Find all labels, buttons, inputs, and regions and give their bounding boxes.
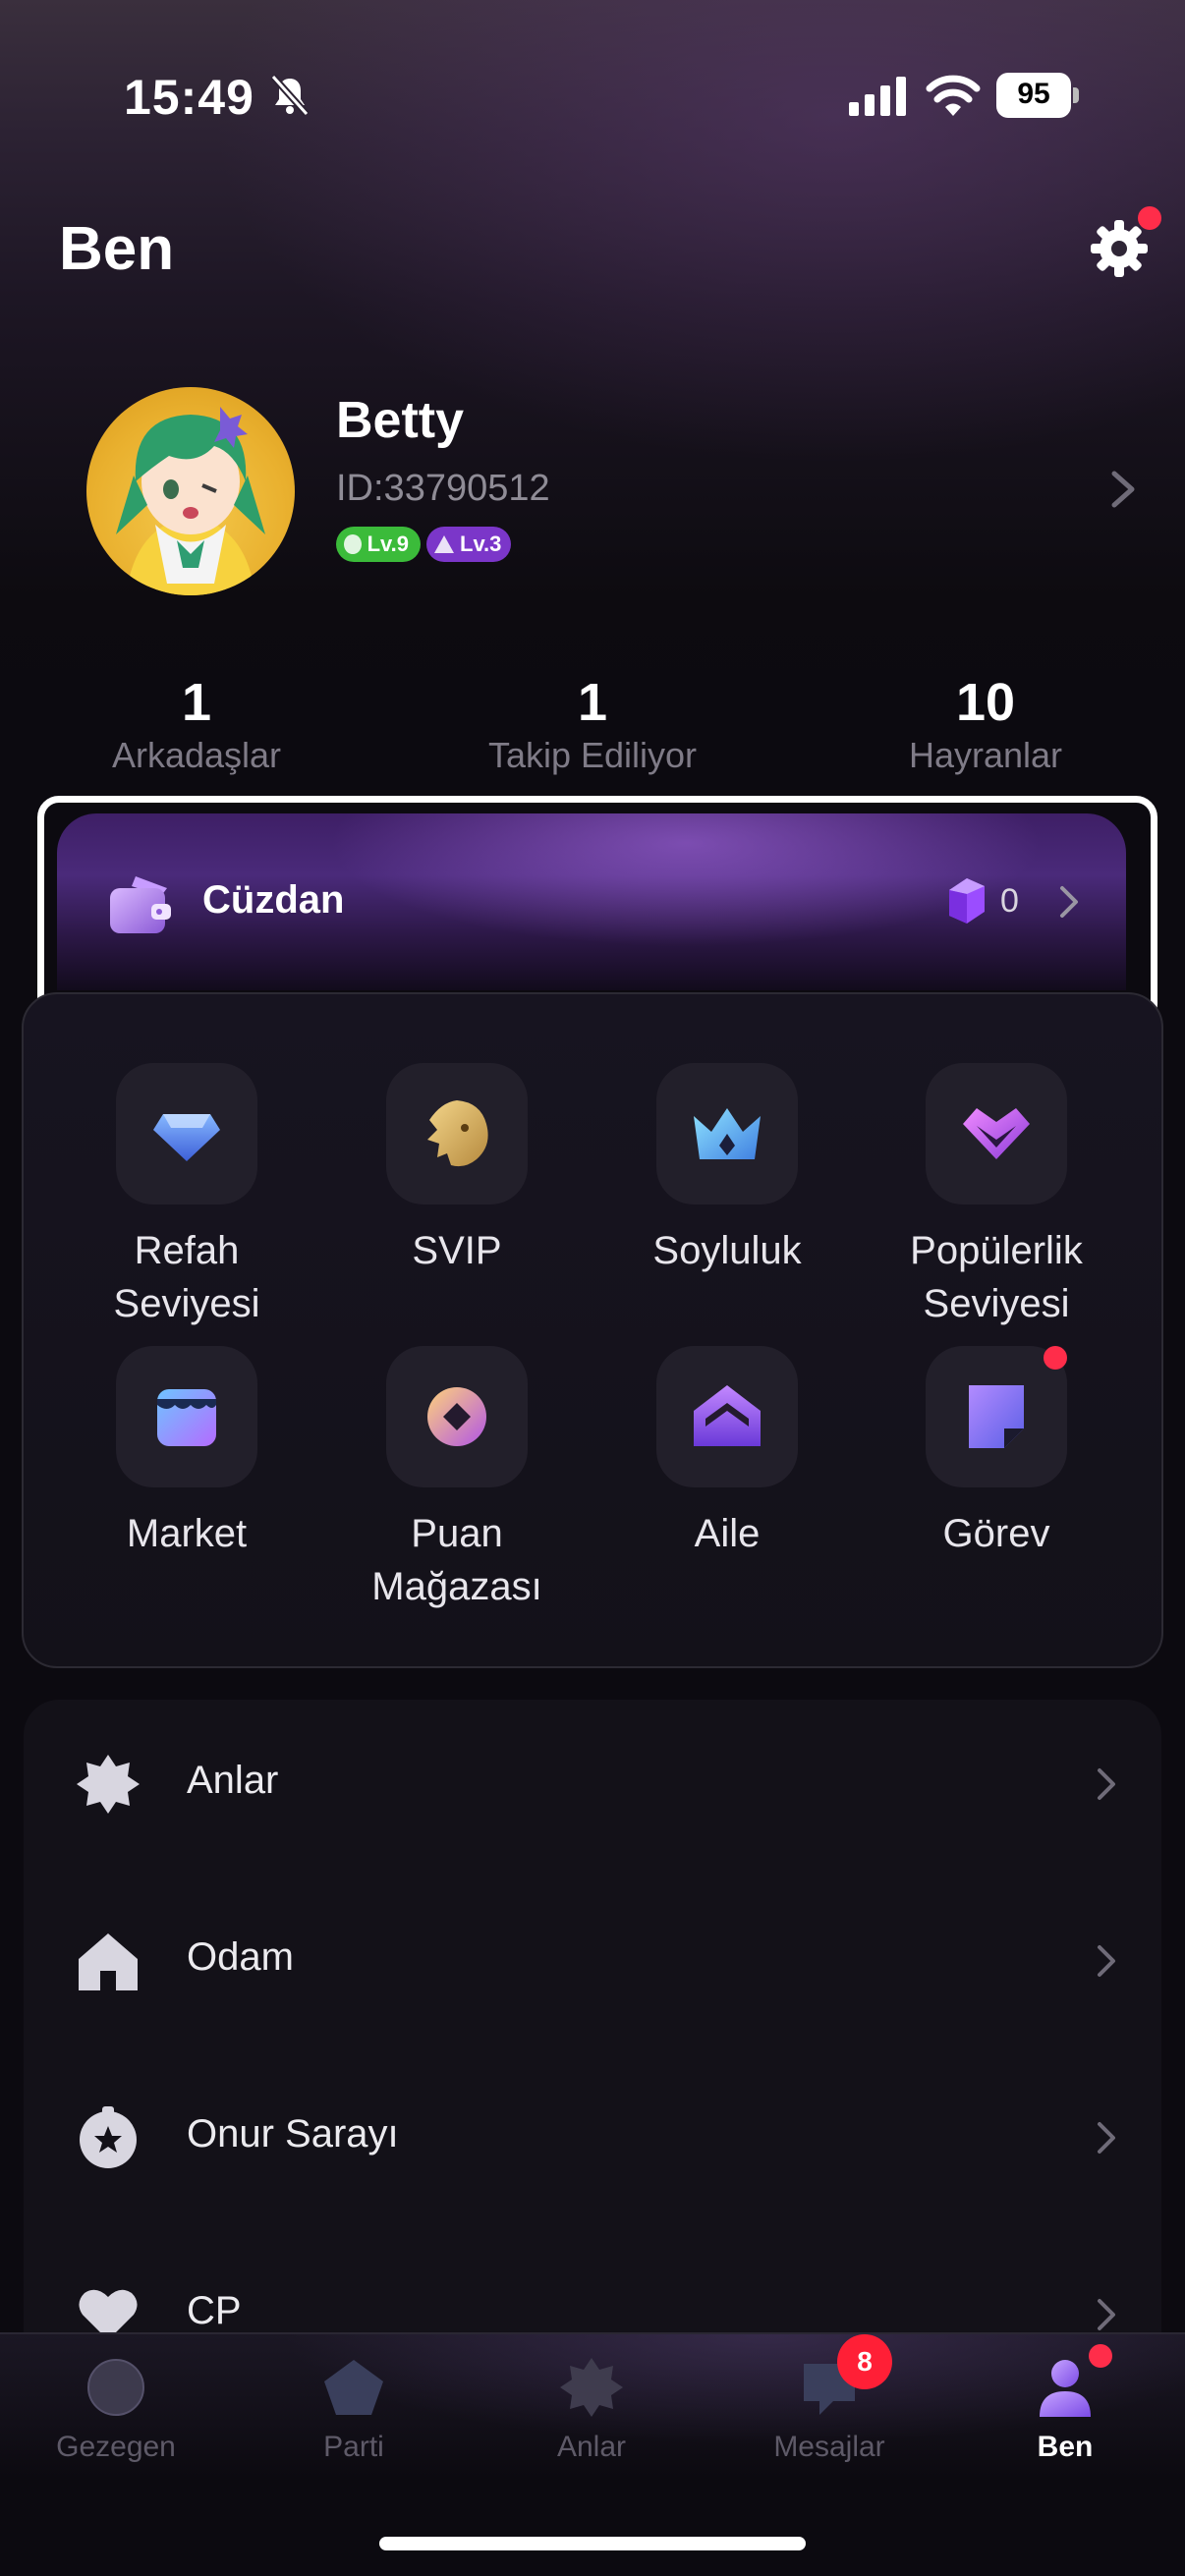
feature-label: Market (126, 1512, 248, 1555)
task-notification-dot (1044, 1346, 1067, 1370)
tab-moments[interactable]: Anlar (493, 2356, 690, 2464)
charm-level-badge: Lv.3 (426, 527, 511, 562)
wealth-level-badge: Lv.9 (336, 527, 421, 562)
menu-item-label: Onur Sarayı (187, 2112, 399, 2156)
feature-nobility[interactable]: Soyluluk (592, 1063, 862, 1277)
stat-friends[interactable]: 1 Arkadaşlar (10, 672, 383, 776)
feature-tile (926, 1063, 1067, 1204)
battery-level: 95 (1017, 78, 1050, 110)
stat-following-value: 1 (577, 673, 608, 732)
wallet-label: Cüzdan (202, 878, 345, 922)
wallet-icon (110, 876, 171, 933)
feature-label: Görev (942, 1512, 1050, 1555)
stat-fans-label: Hayranlar (908, 735, 1063, 775)
feature-family[interactable]: Aile (592, 1346, 862, 1560)
feature-label: Aile (694, 1512, 761, 1555)
profile-id: ID:33790512 (336, 468, 550, 509)
battery-indicator: 95 (996, 73, 1079, 118)
tab-planet[interactable]: Gezegen (18, 2356, 214, 2464)
chevron-right-icon[interactable] (1057, 884, 1081, 920)
charm-level-text: Lv.3 (460, 532, 502, 556)
party-icon (324, 2360, 383, 2415)
feature-tile (926, 1346, 1067, 1487)
tab-label: Parti (323, 2431, 384, 2463)
avatar-image (116, 407, 265, 595)
chevron-right-icon (1098, 1945, 1115, 1977)
lion-icon (427, 1100, 488, 1167)
tab-label: Mesajlar (773, 2431, 885, 2463)
stat-friends-value: 1 (181, 673, 212, 732)
page-title: Ben (59, 215, 175, 283)
wallet-balance: 0 (1000, 882, 1019, 920)
message-count-badge: 8 (837, 2334, 892, 2389)
wealth-level-text: Lv.9 (367, 532, 409, 556)
profile-notification-dot (1089, 2344, 1112, 2368)
feature-tile (116, 1063, 257, 1204)
feature-tile (656, 1346, 798, 1487)
crown-icon (694, 1108, 761, 1159)
feature-label: Soyluluk (652, 1229, 802, 1272)
stat-fans[interactable]: 10 Hayranlar (799, 672, 1172, 776)
feature-task[interactable]: Görev (862, 1346, 1131, 1560)
menu-item-moments[interactable]: Anlar (24, 1696, 1161, 1873)
cellular-signal-icon (849, 77, 906, 116)
chevron-right-icon (1098, 1768, 1115, 1800)
stat-following[interactable]: 1 Takip Ediliyor (406, 672, 779, 776)
menu-item-honor-palace[interactable]: Onur Sarayı (24, 2049, 1161, 2226)
tab-profile[interactable]: Ben (967, 2356, 1163, 2464)
feature-label: SVIP (412, 1229, 502, 1272)
feature-popularity-level[interactable]: Popülerlik Seviyesi (862, 1063, 1131, 1330)
feature-wealth-level[interactable]: Refah Seviyesi (52, 1063, 321, 1330)
tab-label: Gezegen (56, 2431, 176, 2463)
chevron-right-icon (1098, 2122, 1115, 2154)
coin-icon (427, 1387, 486, 1446)
stat-following-label: Takip Ediliyor (487, 735, 698, 775)
feature-label: Popülerlik Seviyesi (910, 1229, 1083, 1325)
home-indicator[interactable] (379, 2537, 806, 2550)
feature-tile (116, 1346, 257, 1487)
avatar[interactable] (86, 387, 295, 595)
feature-tile (656, 1063, 798, 1204)
task-note-icon (969, 1385, 1024, 1448)
feature-label: Refah Seviyesi (113, 1229, 260, 1325)
tab-party[interactable]: Parti (255, 2356, 452, 2464)
status-bar: 15:49 95 (0, 59, 1185, 138)
feature-market[interactable]: Market (52, 1346, 321, 1560)
chevron-right-icon (1098, 2299, 1115, 2330)
feature-tile (386, 1346, 528, 1487)
bell-off-icon (270, 74, 310, 117)
menu-item-label: Anlar (187, 1759, 279, 1802)
planet-icon (87, 2359, 144, 2416)
shop-icon (157, 1389, 216, 1446)
tab-label: Anlar (556, 2431, 627, 2463)
heart-diamond-icon (963, 1108, 1030, 1159)
stat-friends-label: Arkadaşlar (111, 735, 282, 775)
settings-notification-dot (1138, 206, 1161, 230)
stat-fans-value: 10 (955, 673, 1016, 732)
moments-icon (560, 2358, 623, 2417)
diamond-icon (153, 1114, 220, 1161)
menu-item-my-room[interactable]: Odam (24, 1873, 1161, 2049)
star-badge-icon (77, 1755, 140, 1814)
wifi-icon (926, 75, 981, 116)
level-coin-icon (344, 534, 362, 554)
menu-item-label: CP (187, 2289, 242, 2332)
chevron-right-icon[interactable] (1108, 470, 1138, 509)
level-triangle-icon (434, 535, 454, 553)
feature-tile (386, 1063, 528, 1204)
status-time: 15:49 (124, 70, 254, 125)
feature-points-store[interactable]: Puan Mağazası (322, 1346, 592, 1613)
tab-label: Ben (1037, 2431, 1094, 2463)
family-house-icon (694, 1385, 761, 1446)
feature-label: Puan Mağazası (371, 1512, 542, 1608)
honor-star-icon (80, 2106, 137, 2168)
gem-icon (949, 878, 985, 924)
profile-icon (1040, 2360, 1091, 2417)
tab-messages[interactable]: Mesajlar (731, 2356, 928, 2464)
profile-name[interactable]: Betty (336, 391, 464, 450)
menu-item-label: Odam (187, 1935, 294, 1979)
feature-svip[interactable]: SVIP (322, 1063, 592, 1277)
home-icon (79, 1933, 138, 1990)
